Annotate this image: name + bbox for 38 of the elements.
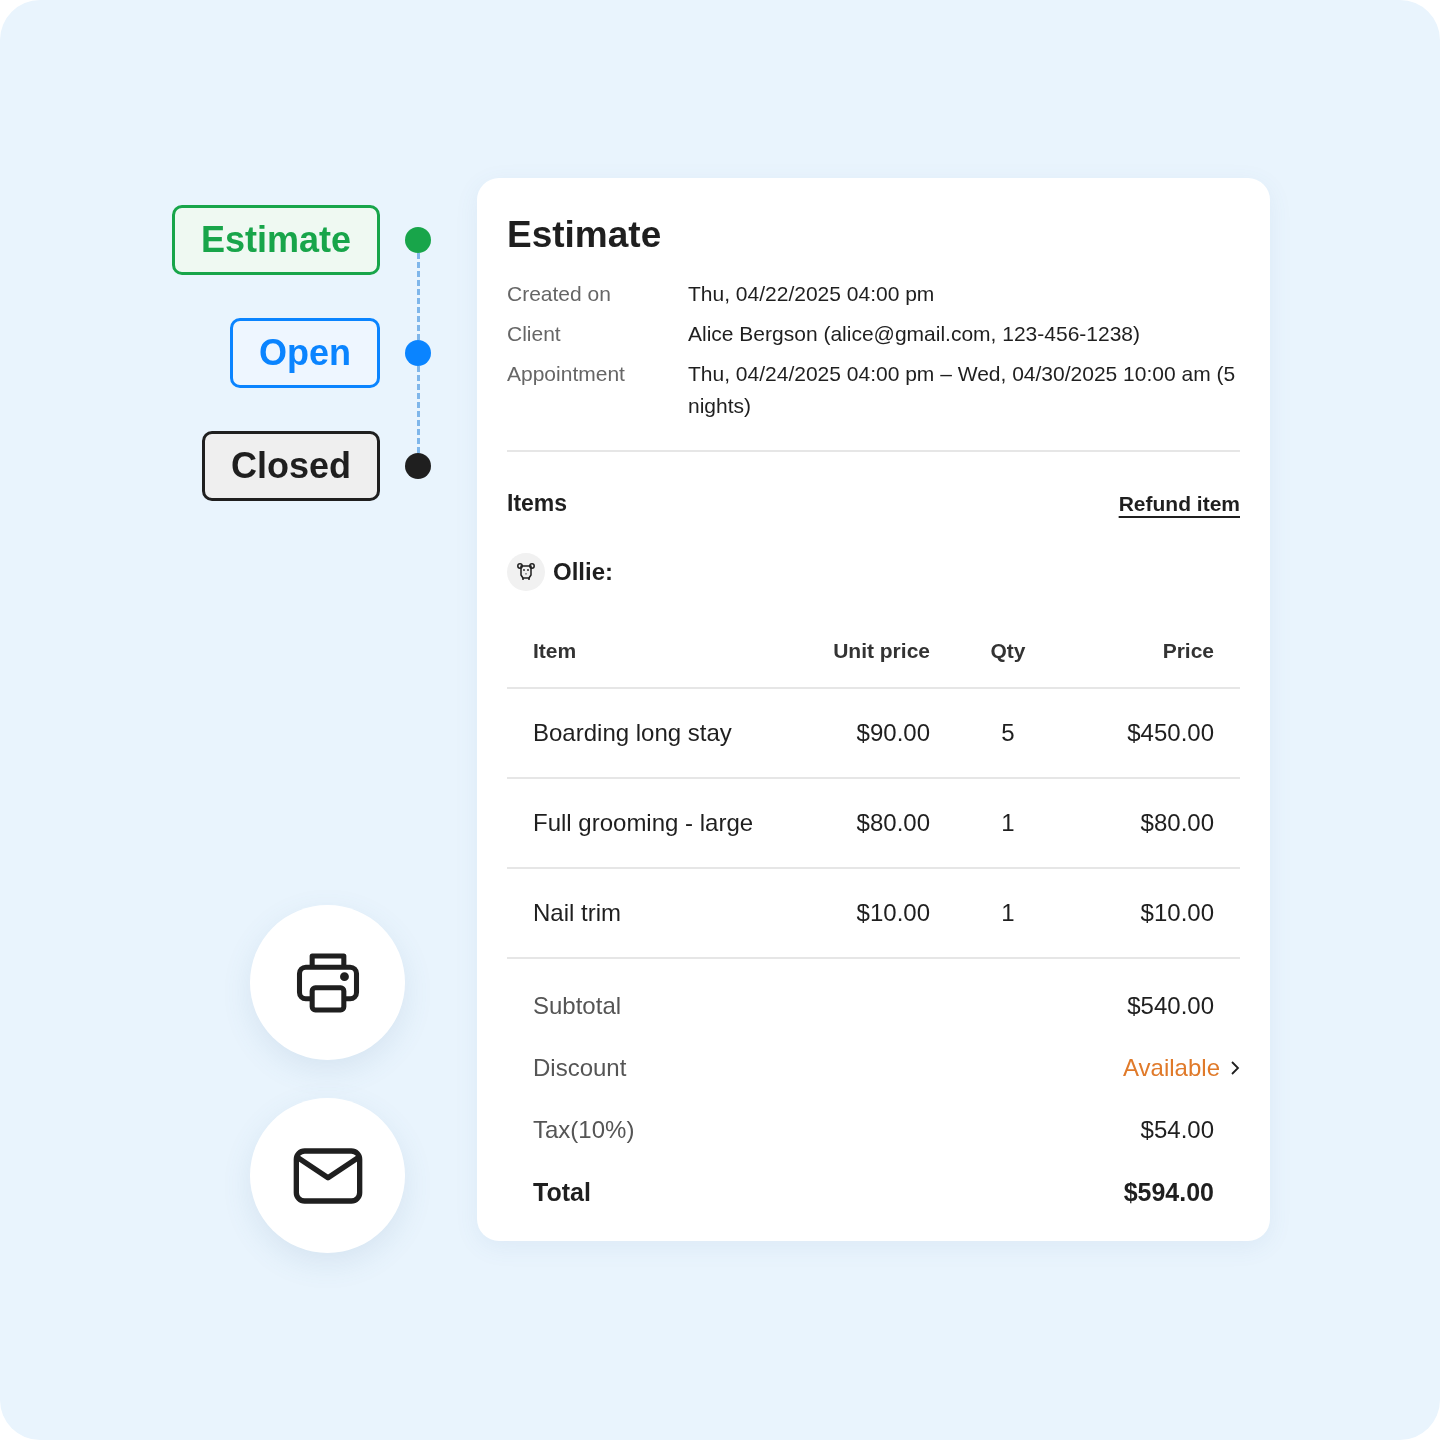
column-header: Qty [989,639,1027,663]
detail-value: Alice Bergson (alice@gmail.com, 123-456-1238) [688,321,1142,347]
summary-label: Total [533,1177,591,1207]
detail-value: Thu, 04/22/2025 04:00 pm [688,281,936,307]
summary-value: $540.00 [1127,992,1214,1020]
status-label: Estimate [171,205,380,275]
table-cell-text: $10.00 [1139,899,1214,927]
detail-label: Client [507,321,562,347]
table-cell-text: 1 [1000,809,1016,837]
table-cell-text: $450.00 [1126,719,1214,747]
detail-label: Appointment [507,361,626,387]
detail-value: Thu, 04/24/2025 04:00 pm – Wed, 04/30/2025 10:00 am (5 nights) [688,361,1237,419]
section-heading: Items [507,490,568,517]
summary-label: Discount [533,1054,627,1082]
chevron-right-icon [1230,1060,1240,1076]
summary-label: Tax(10%) [533,1116,635,1144]
table-cell-text: $10.00 [855,899,931,927]
table-cell-text: 5 [1000,719,1016,747]
table-cell-text: Nail trim [533,899,622,927]
table-cell-text: $80.00 [855,809,931,837]
status-label: Open [230,318,380,388]
dog-icon [507,553,545,591]
status-label: Closed [201,431,380,501]
table-cell-text: 1 [1000,899,1016,927]
table-cell-text: $90.00 [855,719,931,747]
summary-label: Subtotal [533,992,622,1020]
column-header: Item [533,639,578,663]
refund-link[interactable]: Refund item [1118,491,1240,516]
summary-value: $594.00 [1123,1177,1214,1207]
table-cell-text: Full grooming - large [533,809,755,837]
summary-value: $54.00 [1140,1116,1214,1144]
pet-name: Ollie: [553,558,613,586]
detail-label: Created on [507,281,612,307]
table-cell-text: Boarding long stay [533,719,733,747]
column-header: Price [1161,639,1214,663]
card-title: Estimate [507,214,663,256]
column-header: Unit price [832,639,931,663]
table-cell-text: $80.00 [1139,809,1214,837]
